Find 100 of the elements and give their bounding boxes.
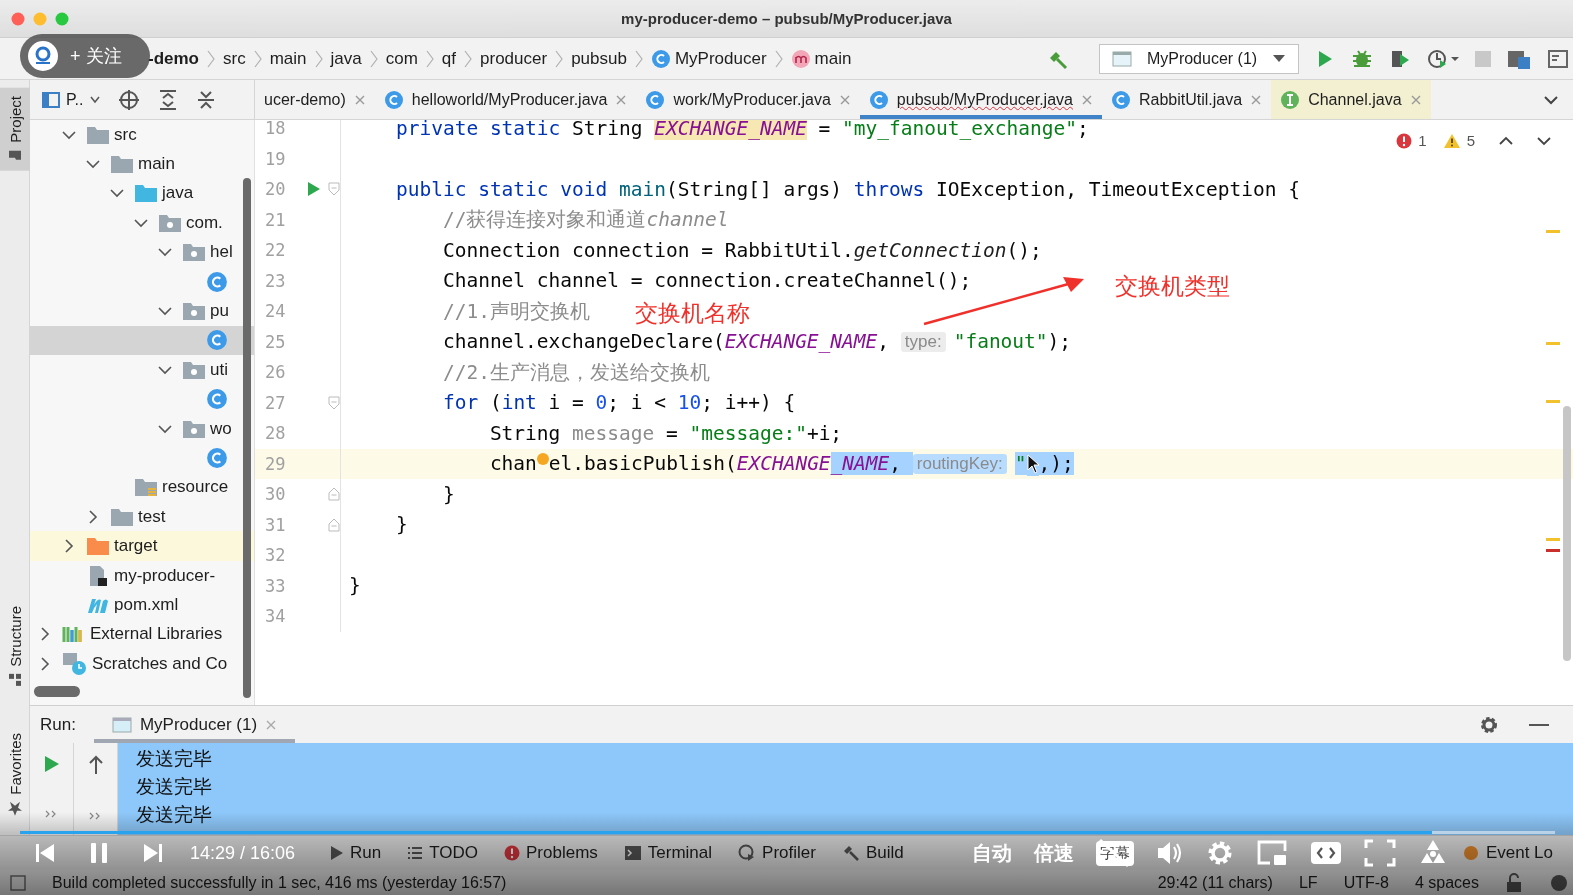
tree-item[interactable]: src bbox=[30, 120, 254, 150]
run-configuration-dropdown[interactable]: MyProducer (1) bbox=[1099, 43, 1299, 74]
follow-button[interactable]: + 关注 bbox=[20, 34, 150, 78]
chevron-up-icon[interactable] bbox=[1499, 135, 1513, 146]
side-tab[interactable]: Favorites bbox=[0, 725, 30, 825]
warning-icon[interactable] bbox=[1442, 132, 1461, 149]
tree-item[interactable]: Scratches and Co bbox=[30, 649, 254, 679]
pause-icon[interactable] bbox=[88, 841, 110, 865]
side-tab[interactable]: Structure bbox=[0, 598, 30, 696]
run-icon[interactable] bbox=[307, 181, 321, 198]
picture-in-picture-icon[interactable] bbox=[1256, 839, 1288, 867]
breadcrumb[interactable]: producer bbox=[480, 48, 548, 69]
next-icon[interactable] bbox=[142, 842, 164, 864]
previous-icon[interactable] bbox=[34, 842, 56, 864]
fold-icon[interactable] bbox=[328, 487, 340, 502]
web-fullscreen-icon[interactable] bbox=[1310, 839, 1342, 867]
chevron-right-icon[interactable] bbox=[64, 539, 74, 554]
breadcrumb[interactable]: src bbox=[223, 48, 246, 69]
scrollbar[interactable] bbox=[243, 178, 251, 698]
breadcrumb[interactable]: com bbox=[385, 48, 418, 69]
side-tab[interactable]: Project bbox=[0, 88, 30, 171]
breadcrumb[interactable]: qf bbox=[441, 48, 457, 69]
chevron-down-icon[interactable] bbox=[1537, 135, 1551, 146]
chevron-down-icon[interactable] bbox=[62, 129, 76, 140]
window-icon[interactable] bbox=[1547, 47, 1569, 70]
tree-item[interactable]: java bbox=[30, 178, 254, 209]
tree-item[interactable]: my-producer- bbox=[30, 560, 254, 591]
expand-all-icon[interactable] bbox=[157, 88, 178, 111]
tree-item[interactable]: main bbox=[30, 149, 254, 179]
tool-window-tab[interactable]: Terminal bbox=[623, 843, 713, 863]
error-icon[interactable] bbox=[1396, 132, 1413, 149]
editor-tab[interactable]: ucer-demo) bbox=[255, 80, 375, 119]
close-icon[interactable] bbox=[1250, 93, 1263, 106]
chevron-down-icon[interactable] bbox=[158, 423, 172, 434]
close-icon[interactable] bbox=[615, 93, 628, 106]
tree-item[interactable]: target bbox=[30, 531, 254, 561]
status-item[interactable]: 4 spaces bbox=[1414, 873, 1479, 892]
tool-window-tab[interactable]: Profiler bbox=[738, 843, 816, 863]
lock-icon[interactable] bbox=[1505, 872, 1523, 893]
breadcrumb[interactable]: MyProducer bbox=[650, 48, 767, 69]
tree-item[interactable]: pom.xml bbox=[30, 590, 254, 620]
collapse-all-icon[interactable] bbox=[195, 88, 216, 111]
chevron-down-icon[interactable] bbox=[134, 217, 148, 228]
zoom-button[interactable] bbox=[55, 11, 69, 26]
caret-icon bbox=[1272, 53, 1286, 64]
close-button[interactable] bbox=[11, 11, 25, 26]
breadcrumb[interactable]: main bbox=[790, 48, 852, 69]
settings-icon[interactable] bbox=[1479, 714, 1499, 735]
scrollbar[interactable] bbox=[1563, 406, 1571, 661]
status-item[interactable]: UTF-8 bbox=[1343, 873, 1389, 892]
tree-item[interactable]: wo bbox=[30, 413, 254, 444]
panel-toggle-icon[interactable] bbox=[10, 874, 26, 891]
crosshair-icon[interactable] bbox=[117, 88, 140, 111]
volume-icon[interactable] bbox=[1156, 840, 1184, 866]
editor-tab[interactable]: work/MyProducer.java bbox=[636, 80, 860, 119]
tool-window-tab[interactable]: Problems bbox=[504, 843, 598, 863]
chevron-down-icon[interactable] bbox=[158, 247, 172, 258]
breadcrumb[interactable]: main bbox=[269, 48, 307, 69]
close-icon[interactable] bbox=[1080, 93, 1093, 106]
close-icon[interactable] bbox=[1409, 93, 1422, 106]
fold-icon[interactable] bbox=[328, 517, 340, 532]
arrow-up-icon[interactable] bbox=[87, 755, 104, 775]
tool-window-tab[interactable]: Run bbox=[330, 843, 382, 863]
chevron-down-icon[interactable] bbox=[110, 188, 124, 199]
tree-item[interactable] bbox=[30, 325, 254, 356]
tree-item[interactable]: com. bbox=[30, 208, 254, 238]
editor-tab[interactable]: Channel.java bbox=[1271, 80, 1431, 119]
chevron-right-icon[interactable] bbox=[40, 656, 50, 671]
status-item[interactable]: 29:42 (11 chars) bbox=[1157, 873, 1273, 892]
run-icon[interactable] bbox=[42, 755, 61, 773]
fullscreen-icon[interactable] bbox=[1364, 839, 1396, 867]
close-icon[interactable] bbox=[353, 93, 366, 106]
tool-window-tab[interactable]: Event Lo bbox=[1461, 843, 1553, 863]
profiler-icon[interactable] bbox=[1427, 47, 1459, 70]
chevron-right-icon[interactable] bbox=[40, 627, 50, 642]
tool-window-tab[interactable]: TODO bbox=[407, 843, 478, 863]
editor-tab[interactable]: RabbitUtil.java bbox=[1101, 80, 1272, 119]
tree-item[interactable]: test bbox=[30, 502, 254, 532]
project-view-dropdown[interactable]: P.. bbox=[42, 90, 100, 109]
chevron-right-icon[interactable] bbox=[88, 509, 98, 524]
chevron-down-icon[interactable] bbox=[86, 159, 100, 170]
chevron-down-icon[interactable] bbox=[158, 364, 172, 375]
tree-item[interactable]: External Libraries bbox=[30, 619, 254, 650]
tool-window-tab[interactable]: Build bbox=[841, 843, 904, 863]
fold-icon[interactable] bbox=[328, 182, 340, 197]
tree-item[interactable]: uti bbox=[30, 355, 254, 385]
chevron-down-icon[interactable] bbox=[158, 306, 172, 317]
fold-icon[interactable] bbox=[328, 395, 340, 410]
chevron-down-icon[interactable] bbox=[1543, 93, 1559, 106]
tree-item[interactable]: pu bbox=[30, 296, 254, 326]
tree-item[interactable]: hel bbox=[30, 237, 254, 267]
editor-tab[interactable]: helloworld/MyProducer.java bbox=[374, 80, 637, 119]
settings-icon[interactable] bbox=[1206, 839, 1234, 867]
tree-item[interactable]: resource bbox=[30, 472, 254, 503]
scrollbar[interactable] bbox=[34, 686, 80, 697]
close-icon[interactable] bbox=[265, 718, 278, 731]
breadcrumb[interactable]: pubsub bbox=[571, 48, 627, 69]
close-icon[interactable] bbox=[838, 93, 851, 106]
breadcrumb[interactable]: java bbox=[330, 48, 362, 69]
status-item[interactable]: LF bbox=[1298, 873, 1318, 892]
